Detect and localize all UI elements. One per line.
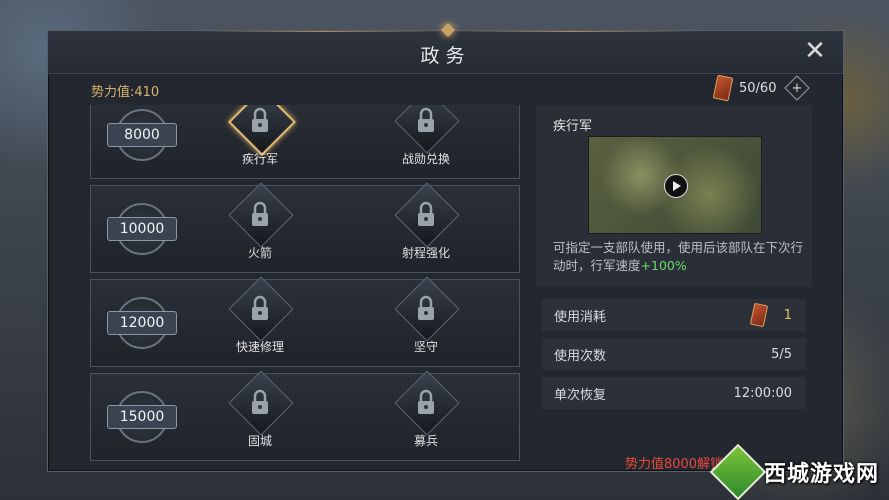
- lock-icon: [418, 389, 434, 414]
- skill-item-swift-march[interactable]: 疾行军: [213, 105, 303, 176]
- title-ornament-line: [198, 31, 448, 32]
- skill-item-hold-ground[interactable]: 坚守: [379, 276, 469, 364]
- skill-item-fire-arrow[interactable]: 火箭: [213, 182, 303, 270]
- stat-row-recovery: 单次恢复 12:00:00: [542, 377, 806, 409]
- stat-label: 使用消耗: [554, 309, 607, 325]
- token-card-icon: [712, 74, 734, 102]
- watermark-logo-icon: [709, 443, 767, 500]
- video-preview[interactable]: [588, 136, 762, 234]
- skill-row: 15000 固城 募兵: [90, 370, 520, 461]
- cost-value: 15000: [107, 405, 177, 429]
- skill-row: 12000 快速修理 坚守: [90, 276, 520, 367]
- skill-row: 8000 疾行军 战勋兑换: [90, 105, 520, 179]
- stat-value: 12:00:00: [733, 385, 792, 401]
- lock-icon: [252, 107, 268, 132]
- stat-label: 单次恢复: [554, 387, 607, 403]
- token-count: 50/60: [739, 80, 777, 96]
- lock-icon: [252, 295, 268, 320]
- skill-name: 火箭: [247, 246, 272, 260]
- watermark-text: 西城游戏网: [764, 462, 880, 487]
- cost-value: 10000: [107, 217, 177, 241]
- plus-icon: +: [792, 80, 803, 96]
- stat-value: 5/5: [771, 346, 792, 362]
- stat-row-cost: 使用消耗 1: [542, 299, 806, 331]
- skill-name: 坚守: [413, 340, 438, 354]
- skill-name: 疾行军: [241, 152, 278, 166]
- cost-value: 12000: [107, 311, 177, 335]
- description-highlight: +100%: [640, 258, 687, 273]
- lock-icon: [418, 107, 434, 132]
- cost-badge: 10000: [107, 200, 177, 256]
- power-value: 势力值:410: [91, 85, 160, 100]
- skill-list[interactable]: 8000 疾行军 战勋兑换 10000 火箭 射程强化 12000 快速修理 坚…: [90, 105, 522, 461]
- stat-value: 1: [783, 307, 792, 323]
- watermark: 西城游戏网: [709, 443, 880, 500]
- lock-icon: [252, 389, 268, 414]
- skill-item-recruit[interactable]: 募兵: [379, 370, 469, 458]
- skill-name: 快速修理: [235, 340, 284, 354]
- token-card-icon: [749, 302, 768, 328]
- cost-badge: 8000: [107, 106, 177, 162]
- skill-row: 10000 火箭 射程强化: [90, 182, 520, 273]
- skill-name: 募兵: [413, 434, 438, 448]
- lock-icon: [418, 295, 434, 320]
- skill-item-fortify-city[interactable]: 固城: [213, 370, 303, 458]
- add-token-button[interactable]: +: [784, 75, 811, 101]
- panel-title: 政务: [420, 45, 471, 67]
- lock-icon: [252, 201, 268, 226]
- detail-card: 疾行军 可指定一支部队使用，使用后该部队在下次行动时，行军速度+100%: [536, 105, 812, 287]
- skill-item-exchange[interactable]: 战勋兑换: [379, 105, 469, 176]
- policy-panel: 政务 ✕ 势力值:410 50/60 + 8000 疾行军 战勋兑换 10000…: [47, 22, 844, 472]
- skill-name: 射程强化: [401, 246, 450, 260]
- stat-row-uses: 使用次数 5/5: [542, 338, 806, 370]
- detail-skill-name: 疾行军: [553, 119, 593, 134]
- skill-name: 固城: [247, 434, 272, 448]
- detail-panel: 疾行军 可指定一支部队使用，使用后该部队在下次行动时，行军速度+100% 使用消…: [536, 105, 812, 472]
- close-button[interactable]: ✕: [801, 37, 829, 65]
- title-ornament-line: [448, 31, 698, 32]
- cost-badge: 12000: [107, 294, 177, 350]
- stat-label: 使用次数: [554, 348, 607, 364]
- title-bar: 政务 ✕: [48, 22, 843, 74]
- skill-item-quick-repair[interactable]: 快速修理: [213, 276, 303, 364]
- skill-item-range-boost[interactable]: 射程强化: [379, 182, 469, 270]
- skill-name: 战勋兑换: [401, 152, 450, 166]
- cost-badge: 15000: [107, 388, 177, 444]
- cost-value: 8000: [107, 123, 177, 147]
- skill-description: 可指定一支部队使用，使用后该部队在下次行动时，行军速度+100%: [553, 239, 809, 275]
- lock-icon: [418, 201, 434, 226]
- play-icon[interactable]: [664, 174, 688, 198]
- token-counter: 50/60 +: [712, 74, 811, 102]
